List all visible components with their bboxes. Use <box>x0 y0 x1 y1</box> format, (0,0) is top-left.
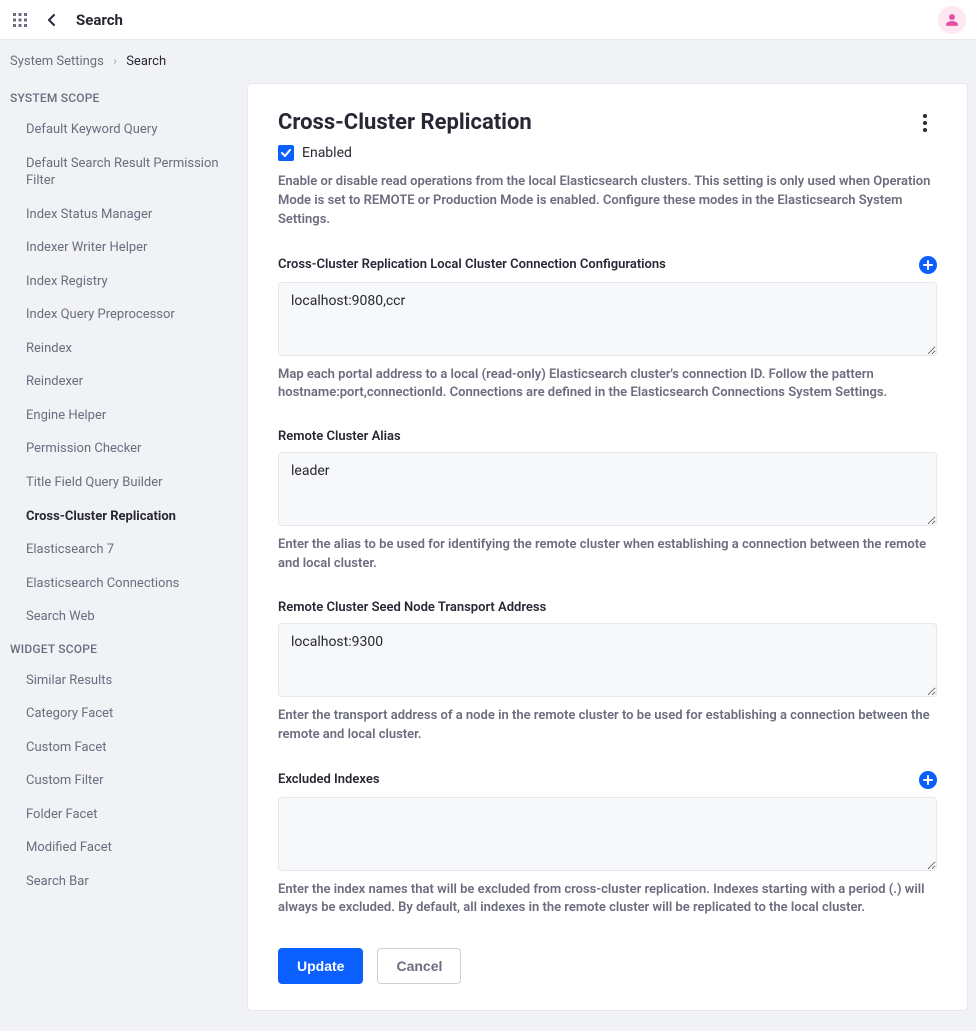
cancel-button[interactable]: Cancel <box>377 948 461 984</box>
field-help: Enter the transport address of a node in… <box>278 707 937 745</box>
sidebar-item-index-registry[interactable]: Index Registry <box>10 265 237 299</box>
field-input[interactable] <box>278 452 937 526</box>
sidebar: SYSTEM SCOPEDefault Keyword QueryDefault… <box>0 83 247 919</box>
sidebar-item-cross-cluster-replication[interactable]: Cross-Cluster Replication <box>10 500 237 534</box>
form-title: Cross-Cluster Replication <box>278 110 532 135</box>
sidebar-item-permission-checker[interactable]: Permission Checker <box>10 432 237 466</box>
chevron-right-icon: › <box>113 54 117 69</box>
sidebar-group-title: WIDGET SCOPE <box>10 634 237 664</box>
sidebar-item-index-query-preprocessor[interactable]: Index Query Preprocessor <box>10 298 237 332</box>
sidebar-item-title-field-query-builder[interactable]: Title Field Query Builder <box>10 466 237 500</box>
sidebar-item-search-bar[interactable]: Search Bar <box>10 865 237 899</box>
sidebar-item-indexer-writer-helper[interactable]: Indexer Writer Helper <box>10 231 237 265</box>
field-input[interactable] <box>278 282 937 356</box>
sidebar-group-title: SYSTEM SCOPE <box>10 83 237 113</box>
enabled-checkbox[interactable] <box>278 145 294 161</box>
update-button[interactable]: Update <box>278 948 363 984</box>
back-icon[interactable] <box>42 10 62 30</box>
field-label: Excluded Indexes <box>278 772 380 787</box>
sidebar-item-elasticsearch-connections[interactable]: Elasticsearch Connections <box>10 567 237 601</box>
field-block: Cross-Cluster Replication Local Cluster … <box>278 256 937 404</box>
enabled-label: Enabled <box>302 145 352 161</box>
breadcrumb-current: Search <box>126 54 166 69</box>
form-description: Enable or disable read operations from t… <box>278 173 937 230</box>
add-icon[interactable] <box>919 771 937 789</box>
top-bar: Search <box>0 0 976 40</box>
sidebar-item-similar-results[interactable]: Similar Results <box>10 664 237 698</box>
add-icon[interactable] <box>919 256 937 274</box>
sidebar-item-index-status-manager[interactable]: Index Status Manager <box>10 198 237 232</box>
field-help: Map each portal address to a local (read… <box>278 366 937 404</box>
sidebar-item-default-search-result-permission-filter[interactable]: Default Search Result Permission Filter <box>10 147 237 198</box>
sidebar-item-modified-facet[interactable]: Modified Facet <box>10 831 237 865</box>
breadcrumb: System Settings › Search <box>0 40 976 83</box>
sidebar-item-custom-filter[interactable]: Custom Filter <box>10 764 237 798</box>
sidebar-item-reindex[interactable]: Reindex <box>10 332 237 366</box>
field-block: Remote Cluster Alias Enter the alias to b… <box>278 429 937 574</box>
sidebar-item-default-keyword-query[interactable]: Default Keyword Query <box>10 113 237 147</box>
sidebar-item-engine-helper[interactable]: Engine Helper <box>10 399 237 433</box>
field-label: Remote Cluster Seed Node Transport Addre… <box>278 600 546 615</box>
field-block: Remote Cluster Seed Node Transport Addre… <box>278 600 937 745</box>
kebab-menu-icon[interactable] <box>913 111 937 135</box>
sidebar-item-category-facet[interactable]: Category Facet <box>10 697 237 731</box>
sidebar-item-custom-facet[interactable]: Custom Facet <box>10 731 237 765</box>
field-input[interactable] <box>278 623 937 697</box>
field-label: Cross-Cluster Replication Local Cluster … <box>278 257 666 272</box>
field-help: Enter the alias to be used for identifyi… <box>278 536 937 574</box>
main-panel: Cross-Cluster Replication Enabled Enable… <box>247 83 968 1011</box>
sidebar-item-search-web[interactable]: Search Web <box>10 600 237 634</box>
user-avatar[interactable] <box>938 6 966 34</box>
field-input[interactable] <box>278 797 937 871</box>
sidebar-item-reindexer[interactable]: Reindexer <box>10 365 237 399</box>
field-block: Excluded Indexes Enter the index names th… <box>278 771 937 919</box>
field-label: Remote Cluster Alias <box>278 429 401 444</box>
field-help: Enter the index names that will be exclu… <box>278 881 937 919</box>
breadcrumb-parent[interactable]: System Settings <box>10 54 104 69</box>
sidebar-item-elasticsearch-7[interactable]: Elasticsearch 7 <box>10 533 237 567</box>
page-title: Search <box>76 11 123 29</box>
apps-grid-icon[interactable] <box>10 10 30 30</box>
sidebar-item-folder-facet[interactable]: Folder Facet <box>10 798 237 832</box>
